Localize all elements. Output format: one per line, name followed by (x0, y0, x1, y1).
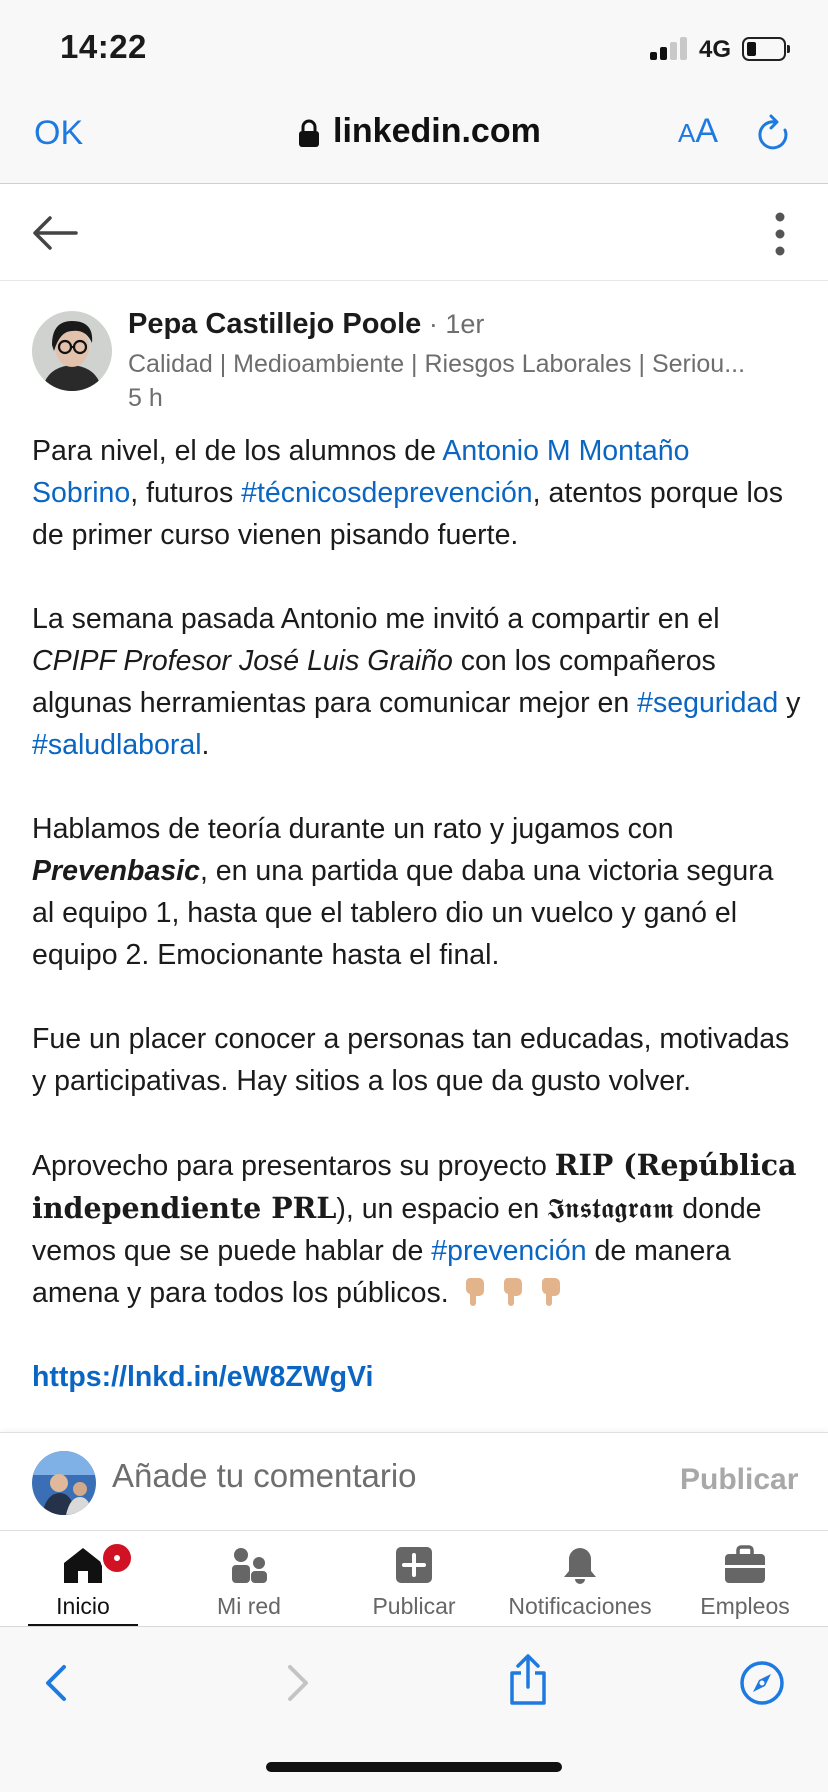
home-indicator (266, 1762, 562, 1772)
add-post-icon (396, 1547, 432, 1583)
pointing-down-emoji-icon (465, 1278, 484, 1306)
post-time: 5 h (128, 384, 163, 412)
hashtag-link[interactable]: #seguridad (637, 687, 778, 719)
post-paragraph: Fue un placer conocer a personas tan edu… (32, 1023, 790, 1097)
post-paragraph: Aprovecho para presentaros su proyecto R… (32, 1148, 797, 1309)
hashtag-link[interactable]: #saludlaboral (32, 729, 202, 761)
user-avatar[interactable] (32, 1451, 96, 1515)
browser-back-icon[interactable] (34, 1659, 82, 1707)
status-time: 14:22 (60, 28, 147, 65)
author-headline: Calidad | Medioambiente | Riesgos Labora… (128, 350, 746, 378)
browser-forward-icon[interactable] (272, 1659, 320, 1707)
post-paragraph: La semana pasada Antonio me invitó a com… (32, 603, 801, 761)
status-bar: 14:22 4G (0, 0, 828, 96)
connection-degree: · 1er (421, 309, 485, 339)
author-name[interactable]: Pepa Castillejo Poole · 1er (128, 308, 484, 341)
app-bottom-nav: Inicio Mi red Publicar Notificaciones Em… (0, 1530, 828, 1627)
nav-item-jobs[interactable]: Empleos (662, 1531, 828, 1627)
more-options-icon[interactable] (772, 211, 788, 257)
done-button[interactable]: OK (34, 114, 83, 153)
pointing-down-emoji-icon (541, 1278, 560, 1306)
reload-icon[interactable] (756, 114, 792, 154)
nav-item-notifications[interactable]: Notificaciones (497, 1531, 663, 1627)
nav-item-home[interactable]: Inicio (0, 1531, 166, 1627)
publish-comment-button[interactable]: Publicar (680, 1463, 798, 1497)
briefcase-icon (725, 1545, 765, 1583)
url-domain[interactable]: linkedin.com (333, 112, 541, 151)
bell-icon (564, 1548, 596, 1584)
hashtag-link[interactable]: #técnicosdeprevención (241, 477, 533, 509)
home-icon (64, 1548, 102, 1583)
comment-input[interactable]: Añade tu comentario (112, 1457, 417, 1495)
nav-item-post[interactable]: Publicar (331, 1531, 497, 1627)
signal-icon (650, 36, 690, 60)
text-size-button[interactable]: AA (678, 112, 718, 151)
pointing-down-emoji-icon (503, 1278, 522, 1306)
fraktur-text: 𝕴𝖓𝖘𝖙𝖆𝖌𝖗𝖆𝖒 (547, 1193, 675, 1225)
notification-badge (100, 1541, 134, 1575)
post-paragraph: Hablamos de teoría durante un rato y jug… (32, 813, 774, 971)
share-icon[interactable] (504, 1653, 552, 1707)
back-arrow-icon[interactable] (32, 213, 78, 253)
browser-toolbar: OK linkedin.com AA (0, 96, 828, 184)
post-paragraph: Para nivel, el de los alumnos de Antonio… (32, 435, 783, 551)
people-icon (232, 1548, 267, 1583)
post-text: Para nivel, el de los alumnos de Antonio… (32, 430, 802, 1398)
compass-icon[interactable] (738, 1659, 786, 1707)
bold-italic-text: Prevenbasic (32, 855, 200, 887)
network-type: 4G (699, 36, 732, 63)
battery-icon (742, 37, 790, 61)
post-url-link[interactable]: https://lnkd.in/eW8ZWgVi (32, 1356, 802, 1398)
lock-icon (299, 119, 319, 147)
post-header-bar (0, 185, 828, 281)
comment-bar: Añade tu comentario Publicar (0, 1432, 828, 1530)
author-avatar[interactable] (32, 311, 112, 391)
hashtag-link[interactable]: #prevención (431, 1235, 586, 1267)
italic-text: CPIPF Profesor José Luis Graiño (32, 645, 453, 677)
nav-item-network[interactable]: Mi red (166, 1531, 332, 1627)
